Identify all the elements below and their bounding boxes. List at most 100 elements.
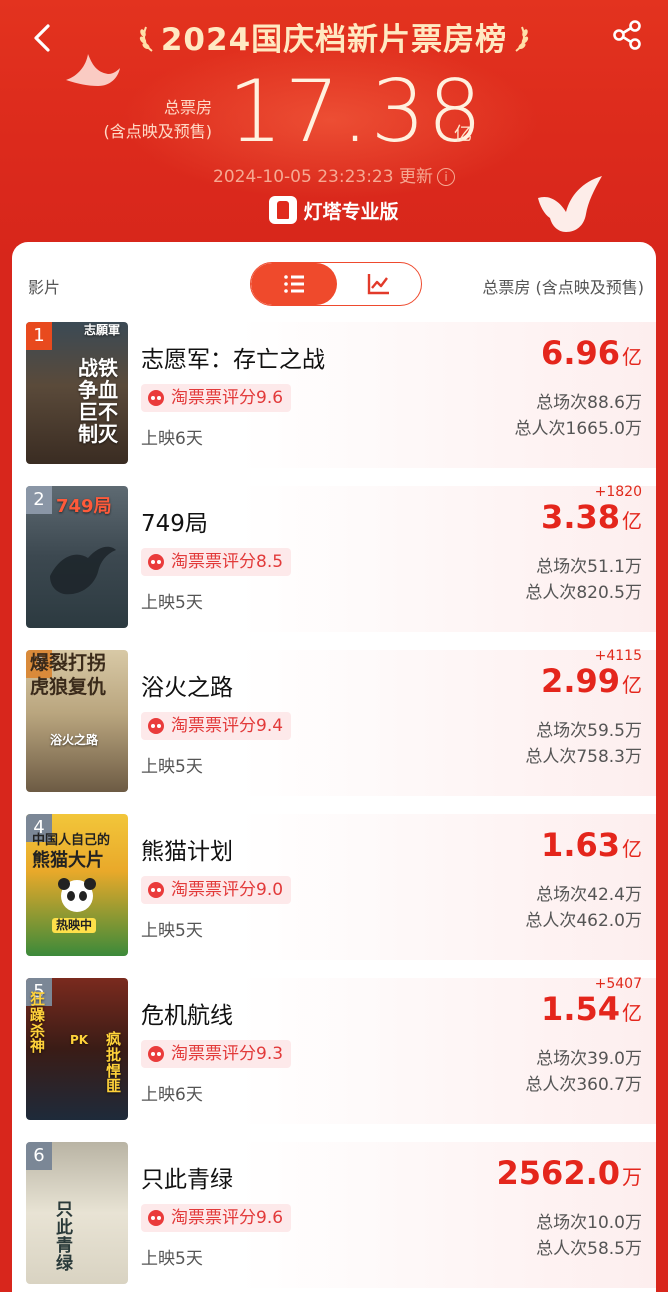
column-header-film: 影片 (28, 278, 61, 297)
movie-poster: 3 爆裂打拐 虎狼复仇 浴火之路 (26, 650, 128, 792)
movie-row[interactable]: 6 只此青绿 只此青绿 淘票票评分9.6 上映5天 2562.0 万 总场次10.… (16, 1142, 656, 1288)
total-audience: 总人次360.7万 (525, 1075, 642, 1095)
total-shows: 总场次42.4万 (536, 885, 642, 905)
days-released: 上映5天 (141, 757, 203, 777)
days-released: 上映6天 (141, 1085, 203, 1105)
total-box-label: 总票房 (含点映及预售) (100, 96, 213, 144)
trend-view-button[interactable] (337, 263, 421, 305)
box-office: 2562.0 万 (496, 1154, 642, 1192)
movie-row[interactable]: 2 749局 749局 淘票票评分8.5 上映5天 +1820 3.38 亿 总场… (16, 484, 656, 632)
rating-badge: 淘票票评分8.5 (141, 548, 292, 576)
box-office: 1.63 亿 (541, 826, 642, 864)
total-audience: 总人次58.5万 (536, 1239, 642, 1259)
trend-chart-icon (367, 274, 389, 295)
page-title: 2024国庆档新片票房榜 (160, 22, 508, 58)
wheat-left-icon (139, 26, 153, 52)
total-audience: 总人次758.3万 (525, 747, 642, 767)
panda-graphic (58, 878, 96, 912)
total-shows: 总场次10.0万 (536, 1213, 642, 1233)
update-text: 2024-10-05 23:23:23 更新 (213, 167, 433, 187)
poster-slogan: 爆裂打拐 (30, 652, 107, 674)
total-audience: 总人次1665.0万 (514, 419, 642, 439)
wheat-right-icon (515, 26, 529, 52)
movie-name: 浴火之路 (141, 675, 233, 701)
rating-badge: 淘票票评分9.6 (141, 1204, 292, 1232)
total-label-main: 总票房 (163, 98, 212, 117)
total-shows: 总场次59.5万 (536, 721, 642, 741)
header: 2024国庆档新片票房榜 总票房 (含点映及预售) 17.38 亿 2024-1… (0, 0, 668, 260)
poster-slogan: 战铁 (78, 356, 118, 380)
rank-badge: 1 (26, 322, 52, 350)
brand-name: 灯塔专业版 (303, 201, 399, 223)
movie-poster: 1 志願軍 战铁 争血 巨不 制灭 (26, 322, 128, 464)
total-shows: 总场次88.6万 (536, 393, 642, 413)
box-office: 6.96 亿 (541, 334, 642, 372)
taopiaopiao-icon (148, 1210, 164, 1226)
box-office: 3.38 亿 (541, 498, 642, 536)
box-office: 2.99 亿 (541, 662, 642, 700)
movie-row[interactable]: 3 爆裂打拐 虎狼复仇 浴火之路 浴火之路 淘票票评分9.4 上映5天 +411… (16, 648, 656, 796)
poster-slogan: 熊猫大片 (32, 850, 104, 871)
dove-icon (66, 54, 120, 86)
box-office: 1.54 亿 (541, 990, 642, 1028)
movie-name: 只此青绿 (141, 1167, 233, 1193)
movie-row[interactable]: 1 志願軍 战铁 争血 巨不 制灭 志愿军：存亡之战 淘票票评分9.6 上映6天… (16, 322, 656, 468)
poster-slogan: 疯批悍匪 (106, 1030, 122, 1096)
total-box-value: 17.38 (228, 62, 485, 162)
taopiaopiao-icon (148, 882, 164, 898)
taopiaopiao-icon (148, 1046, 164, 1062)
taopiaopiao-icon (148, 390, 164, 406)
days-released: 上映6天 (141, 429, 203, 449)
total-audience: 总人次462.0万 (525, 911, 642, 931)
share-button[interactable] (610, 18, 644, 52)
total-shows: 总场次51.1万 (536, 557, 642, 577)
poster-slogan: 巨不 (78, 400, 118, 424)
poster-title: 只此青绿 (56, 1200, 73, 1274)
poster-slogan: 制灭 (78, 422, 118, 446)
movie-poster: 2 749局 (26, 486, 128, 628)
poster-slogan: 争血 (78, 378, 118, 402)
info-icon[interactable]: i (436, 168, 455, 186)
days-released: 上映5天 (141, 593, 203, 613)
rating-badge: 淘票票评分9.4 (141, 712, 292, 740)
movie-poster: 4 中国人自己的 熊猫大片 热映中 (26, 814, 128, 956)
movie-poster: 5 狂躁杀神 PK 疯批悍匪 (26, 978, 128, 1120)
dengta-logo-icon (269, 196, 298, 224)
taopiaopiao-icon (148, 718, 164, 734)
list-view-button[interactable] (251, 263, 337, 305)
movie-name: 志愿军：存亡之战 (141, 347, 325, 373)
poster-title: 志願軍 (84, 323, 121, 337)
movie-name: 749局 (141, 511, 208, 537)
total-label-sub: (含点映及预售) (103, 122, 213, 141)
movie-poster: 6 只此青绿 (26, 1142, 128, 1284)
view-toggle (250, 262, 422, 306)
movie-row[interactable]: 4 中国人自己的 熊猫大片 热映中 熊猫计划 淘票票评分9.0 上映5天 1.6… (16, 814, 656, 960)
movie-name: 熊猫计划 (141, 839, 233, 865)
movie-name: 危机航线 (141, 1003, 233, 1029)
poster-slogan: 中国人自己的 (32, 833, 111, 848)
total-box-unit: 亿 (454, 124, 472, 145)
poster-slogan: 虎狼复仇 (30, 676, 107, 698)
poster-title: 749局 (56, 496, 112, 517)
poster-title: 浴火之路 (50, 733, 99, 747)
rank-badge: 2 (26, 486, 52, 514)
rating-badge: 淘票票评分9.6 (141, 384, 292, 412)
poster-badge: 热映中 (52, 918, 97, 933)
poster-slogan: 狂躁杀神 (30, 990, 46, 1056)
rating-badge: 淘票票评分9.0 (141, 876, 292, 904)
total-shows: 总场次39.0万 (536, 1049, 642, 1069)
ranking-card: 影片 总票房 (含点映及预售) 1 志願軍 战铁 争血 巨不 制灭 志愿军：存亡… (12, 242, 656, 1292)
days-released: 上映5天 (141, 921, 203, 941)
column-header-box: 总票房 (含点映及预售) (482, 278, 644, 297)
rank-badge: 6 (26, 1142, 52, 1170)
share-icon (613, 20, 641, 50)
brand: 灯塔专业版 (0, 196, 668, 224)
poster-badge: PK (70, 1033, 89, 1047)
total-audience: 总人次820.5万 (525, 583, 642, 603)
taopiaopiao-icon (148, 554, 164, 570)
list-icon (284, 275, 304, 293)
movie-row[interactable]: 5 狂躁杀神 PK 疯批悍匪 危机航线 淘票票评分9.3 上映6天 +5407 … (16, 976, 656, 1124)
days-released: 上映5天 (141, 1249, 203, 1269)
update-time: 2024-10-05 23:23:23 更新 i (0, 162, 668, 187)
creature-graphic (50, 546, 116, 595)
